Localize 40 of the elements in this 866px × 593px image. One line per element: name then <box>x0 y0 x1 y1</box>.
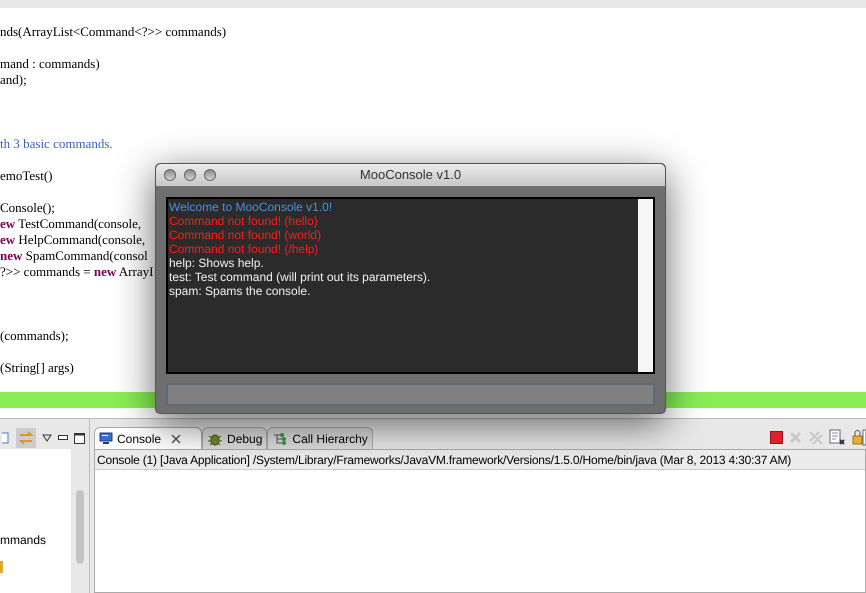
view-tab[interactable]: Debug <box>202 427 268 449</box>
window-title: MooConsole v1.0 <box>360 166 462 184</box>
console-description: Console (1) [Java Application] /System/Library/Frameworks/JavaVM.framework/Versions/1.5.0/Home/bin/java (Mar 8, 2013 4:30:37 AM) <box>97 452 792 468</box>
log-line: test: Test command (will print out its parameters). <box>169 270 432 284</box>
code-line: emoTest() <box>0 168 53 183</box>
code-line: nds(ArrayList<Command<?>> commands) <box>0 24 226 39</box>
view-tab[interactable]: Console <box>94 427 202 449</box>
scrollbar-thumb[interactable] <box>76 490 84 564</box>
log-line: Command not found! (hello) <box>169 214 319 228</box>
hierarchy-icon <box>272 432 288 446</box>
collapse-icon[interactable] <box>2 431 10 445</box>
log-line: Welcome to MooConsole v1.0! <box>169 200 334 214</box>
code-line: (String[] args) <box>0 360 74 375</box>
maximize-icon[interactable] <box>74 432 85 444</box>
bug-icon <box>207 432 224 446</box>
log-line: help: Shows help. <box>169 256 265 270</box>
window-control-button[interactable] <box>184 169 196 181</box>
code-line: ?>> commands = new ArrayI <box>0 264 154 279</box>
window-control-button[interactable] <box>164 169 176 181</box>
command-input-field[interactable] <box>166 383 655 406</box>
code-line: th 3 basic commands. <box>0 136 113 151</box>
monitor-icon <box>99 432 113 445</box>
log-line: spam: Spams the console. <box>169 284 312 298</box>
code-line: (commands); <box>0 328 69 343</box>
window-control-button[interactable] <box>204 169 216 181</box>
code-line: mand : commands) <box>0 56 100 71</box>
code-line: ew HelpCommand(console, <box>0 232 146 247</box>
code-line: Console(); <box>0 200 55 215</box>
code-line: ew TestCommand(console, <box>0 216 142 231</box>
view-tab[interactable]: Call Hierarchy <box>267 427 373 449</box>
dropdown-icon[interactable] <box>42 434 52 442</box>
code-line: and); <box>0 72 27 87</box>
log-line: Command not found! (world) <box>169 228 322 242</box>
code-line: new SpamCommand(consol <box>0 248 148 263</box>
minimize-icon[interactable] <box>58 435 68 441</box>
log-line: Command not found! (/help) <box>169 242 320 256</box>
tree-item[interactable]: mmands <box>0 531 71 549</box>
close-icon[interactable] <box>171 434 182 444</box>
lock-icon[interactable] <box>852 429 866 446</box>
document-icon[interactable] <box>829 429 846 446</box>
